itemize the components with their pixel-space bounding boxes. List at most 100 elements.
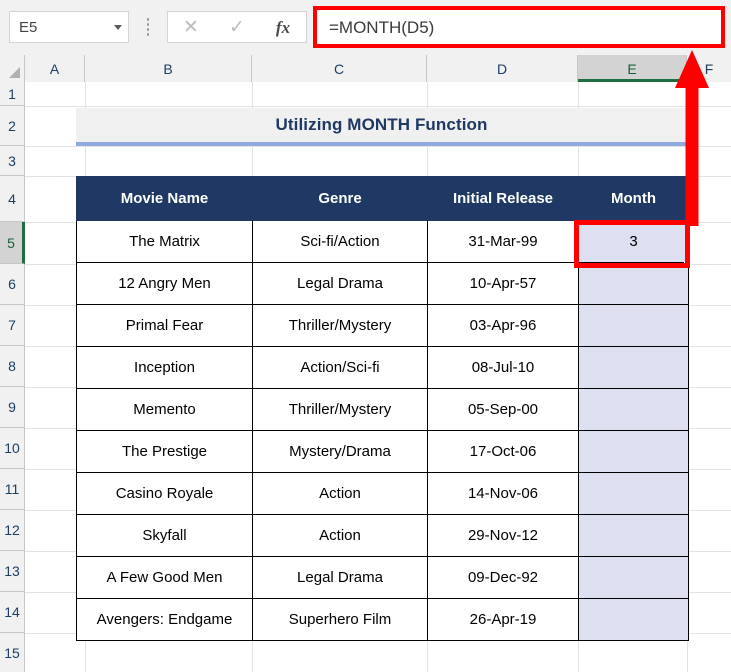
formula-bar-value: =MONTH(D5) — [329, 17, 435, 37]
cell-month[interactable] — [578, 430, 689, 473]
movie-data-table: Movie Name Genre Initial Release Month T… — [76, 176, 689, 641]
cell-movie-name[interactable]: Inception — [76, 346, 253, 389]
cell-month[interactable] — [578, 472, 689, 515]
cell-movie-name[interactable]: A Few Good Men — [76, 556, 253, 599]
row-header-9[interactable]: 9 — [0, 387, 25, 428]
row-header-15-label: 15 — [4, 644, 20, 661]
name-box[interactable]: E5 — [9, 11, 129, 43]
fill-handle[interactable] — [684, 261, 691, 268]
cell-genre[interactable]: Legal Drama — [252, 262, 428, 305]
row-header-11[interactable]: 11 — [0, 469, 25, 510]
close-icon: ✕ — [183, 15, 199, 38]
cell-release[interactable]: 17-Oct-06 — [427, 430, 579, 473]
row-header-4[interactable]: 4 — [0, 176, 25, 222]
row-header-14[interactable]: 14 — [0, 592, 25, 633]
table-row[interactable]: The Matrix Sci-fi/Action 31-Mar-99 3 — [76, 220, 689, 263]
table-row[interactable]: Memento Thriller/Mystery 05-Sep-00 — [76, 388, 689, 431]
column-genre[interactable]: Genre — [252, 176, 428, 221]
cell-month[interactable] — [578, 556, 689, 599]
cell-movie-name[interactable]: 12 Angry Men — [76, 262, 253, 305]
table-row[interactable]: The Prestige Mystery/Drama 17-Oct-06 — [76, 430, 689, 473]
row-header-13[interactable]: 13 — [0, 551, 25, 592]
row-header-7[interactable]: 7 — [0, 305, 25, 346]
cell-release[interactable]: 31-Mar-99 — [427, 220, 579, 263]
column-header-a[interactable]: A — [25, 55, 85, 82]
cell-movie-name[interactable]: The Prestige — [76, 430, 253, 473]
row-header-6[interactable]: 6 — [0, 264, 25, 305]
cancel-button[interactable]: ✕ — [168, 12, 214, 42]
cell-genre[interactable]: Thriller/Mystery — [252, 388, 428, 431]
table-row[interactable]: Avengers: Endgame Superhero Film 26-Apr-… — [76, 598, 689, 641]
row-header-15[interactable]: 15 — [0, 633, 25, 672]
cell-month-e5[interactable]: 3 — [578, 220, 689, 263]
cell-genre[interactable]: Action/Sci-fi — [252, 346, 428, 389]
row-header-3[interactable]: 3 — [0, 146, 25, 176]
row-header-11-label: 11 — [4, 481, 20, 497]
cell-genre[interactable]: Action — [252, 514, 428, 557]
cell-movie-name[interactable]: Primal Fear — [76, 304, 253, 347]
cell-release[interactable]: 08-Jul-10 — [427, 346, 579, 389]
cell-movie-name[interactable]: Memento — [76, 388, 253, 431]
row-header-10[interactable]: 10 — [0, 428, 25, 469]
cell-movie-name[interactable]: Avengers: Endgame — [76, 598, 253, 641]
cell-release[interactable]: 10-Apr-57 — [427, 262, 579, 305]
column-initial-release[interactable]: Initial Release — [427, 176, 579, 221]
table-row[interactable]: Primal Fear Thriller/Mystery 03-Apr-96 — [76, 304, 689, 347]
table-row[interactable]: Inception Action/Sci-fi 08-Jul-10 — [76, 346, 689, 389]
row-header-2[interactable]: 2 — [0, 106, 25, 146]
insert-function-button[interactable]: fx — [260, 12, 306, 42]
cell-genre[interactable]: Mystery/Drama — [252, 430, 428, 473]
table-row[interactable]: Casino Royale Action 14-Nov-06 — [76, 472, 689, 515]
cell-release[interactable]: 09-Dec-92 — [427, 556, 579, 599]
column-header-e-label: E — [627, 60, 637, 77]
column-header-b[interactable]: B — [85, 55, 252, 82]
row-header-1[interactable]: 1 — [0, 82, 25, 106]
table-row[interactable]: 12 Angry Men Legal Drama 10-Apr-57 — [76, 262, 689, 305]
column-header-c[interactable]: C — [252, 55, 427, 82]
row-header-7-label: 7 — [8, 317, 16, 333]
row-header-12[interactable]: 12 — [0, 510, 25, 551]
name-box-value: E5 — [19, 18, 38, 36]
confirm-button[interactable]: ✓ — [214, 12, 260, 42]
sheet-title: Utilizing MONTH Function — [275, 115, 488, 134]
cell-release[interactable]: 03-Apr-96 — [427, 304, 579, 347]
cell-month[interactable] — [578, 388, 689, 431]
cell-month[interactable] — [578, 304, 689, 347]
table-row[interactable]: Skyfall Action 29-Nov-12 — [76, 514, 689, 557]
cell-movie-name[interactable]: Casino Royale — [76, 472, 253, 515]
column-movie-name[interactable]: Movie Name — [76, 176, 253, 221]
worksheet-grid[interactable]: Utilizing MONTH Function Movie Name Genr… — [25, 82, 731, 672]
row-header-5[interactable]: 5 — [0, 222, 25, 264]
formula-bar-input[interactable]: =MONTH(D5) — [317, 10, 721, 44]
cell-month[interactable] — [578, 262, 689, 305]
cell-release[interactable]: 05-Sep-00 — [427, 388, 579, 431]
row-header-8[interactable]: 8 — [0, 346, 25, 387]
column-month[interactable]: Month — [578, 176, 689, 221]
cell-month[interactable] — [578, 346, 689, 389]
column-header-d[interactable]: D — [427, 55, 578, 82]
cell-genre[interactable]: Superhero Film — [252, 598, 428, 641]
cell-release[interactable]: 29-Nov-12 — [427, 514, 579, 557]
cell-month[interactable] — [578, 598, 689, 641]
row-header-8-label: 8 — [8, 358, 16, 374]
chevron-down-icon[interactable] — [108, 12, 128, 42]
table-header-row: Movie Name Genre Initial Release Month — [76, 176, 689, 221]
cell-genre[interactable]: Sci-fi/Action — [252, 220, 428, 263]
cell-genre[interactable]: Legal Drama — [252, 556, 428, 599]
table-row[interactable]: A Few Good Men Legal Drama 09-Dec-92 — [76, 556, 689, 599]
excel-worksheet-screenshot: E5 ✕ ✓ fx =MONTH(D5) A B C D E F 1 2 3 4… — [0, 0, 731, 672]
table-body: The Matrix Sci-fi/Action 31-Mar-99 3 12 … — [76, 220, 689, 641]
cell-genre[interactable]: Action — [252, 472, 428, 515]
column-header-f[interactable]: F — [687, 55, 731, 82]
cell-release[interactable]: 26-Apr-19 — [427, 598, 579, 641]
cell-release[interactable]: 14-Nov-06 — [427, 472, 579, 515]
cell-movie-name[interactable]: Skyfall — [76, 514, 253, 557]
gridline — [25, 146, 731, 147]
cell-month[interactable] — [578, 514, 689, 557]
column-header-e[interactable]: E — [578, 55, 687, 82]
select-all-button[interactable] — [0, 55, 25, 82]
cell-genre[interactable]: Thriller/Mystery — [252, 304, 428, 347]
formula-bar-drag-handle[interactable] — [146, 18, 150, 36]
cell-movie-name[interactable]: The Matrix — [76, 220, 253, 263]
column-header-d-label: D — [496, 60, 508, 77]
